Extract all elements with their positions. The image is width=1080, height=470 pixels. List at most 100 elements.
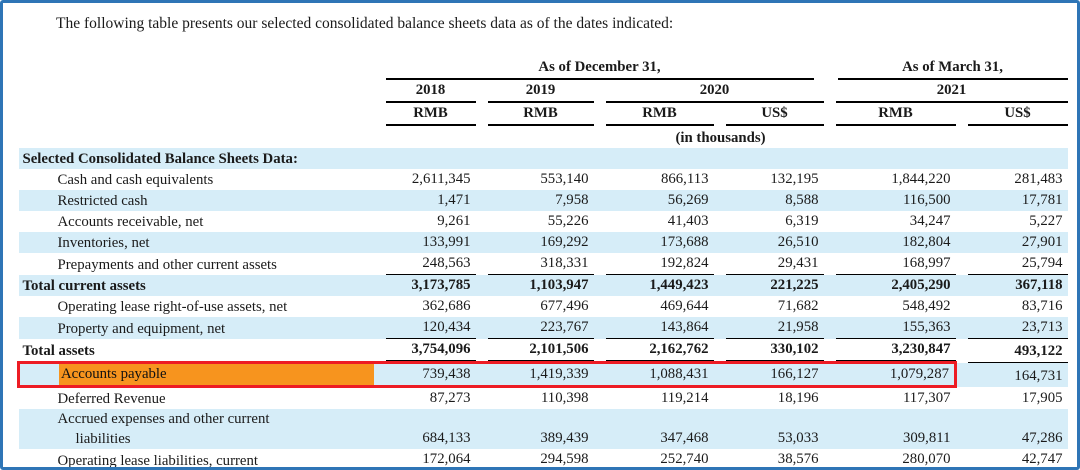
cell-value: 3,754,096 — [411, 341, 470, 357]
cell-value: 553,140 — [540, 171, 588, 187]
cell-value: 677,496 — [540, 298, 588, 314]
cell-value: 248,563 — [422, 255, 470, 271]
cell-value: 182,804 — [902, 234, 950, 250]
cell-value: 47,286 — [1022, 430, 1063, 446]
row-label: Cash and cash equivalents — [58, 170, 374, 190]
cell-value: 55,226 — [548, 213, 589, 229]
cell-value: 117,307 — [903, 390, 951, 406]
currency-label: US$ — [726, 103, 824, 126]
row-label: Operating lease right-of-use assets, net — [58, 297, 374, 317]
cell-value: 29,431 — [778, 255, 819, 271]
cell-value: 56,269 — [668, 192, 709, 208]
cell-value: 1,079,287 — [890, 366, 949, 382]
cell-value: 166,127 — [770, 366, 818, 382]
year-2021: 2021 — [836, 80, 1068, 103]
row-label: Restricted cash — [58, 191, 374, 211]
cell-value: 294,598 — [540, 451, 588, 467]
cell-value: 347,468 — [660, 430, 708, 446]
table-row: Restricted cash 1,471 7,958 56,269 8,588… — [19, 190, 1068, 211]
cell-value: 87,273 — [430, 390, 471, 406]
row-label: Accounts receivable, net — [58, 212, 374, 232]
cell-value: 3,173,785 — [411, 277, 470, 293]
year-header-row: 2018 2019 2020 2021 — [19, 80, 1068, 103]
cell-value: 83,716 — [1022, 298, 1063, 314]
year-2019: 2019 — [488, 80, 594, 103]
table-row: Accounts receivable, net 9,261 55,226 41… — [19, 211, 1068, 232]
document-frame: The following table presents our selecte… — [0, 0, 1080, 470]
currency-label: RMB — [386, 103, 476, 126]
year-2018: 2018 — [386, 80, 476, 103]
cell-value: 389,439 — [540, 430, 588, 446]
cell-value: 252,740 — [660, 451, 708, 467]
cell-value: 133,991 — [422, 234, 470, 250]
cell-value: 71,682 — [778, 298, 819, 314]
group-header-december: As of December 31, — [386, 57, 814, 80]
cell-value: 1,471 — [437, 192, 470, 208]
currency-label: RMB — [836, 103, 956, 126]
cell-value: 309,811 — [903, 430, 951, 446]
cell-value: 119,214 — [661, 390, 709, 406]
cell-value: 739,438 — [422, 366, 470, 382]
row-label: Prepayments and other current assets — [58, 255, 374, 275]
table-row: Accrued expenses and other currentliabil… — [19, 409, 1068, 449]
row-label: Deferred Revenue — [58, 389, 374, 409]
currency-label: US$ — [968, 103, 1068, 126]
cell-value: 1,844,220 — [891, 171, 950, 187]
cell-value: 9,261 — [437, 213, 470, 229]
cell-value: 42,747 — [1022, 451, 1063, 467]
cell-value: 164,731 — [1014, 368, 1062, 384]
cell-value: 1,088,431 — [649, 366, 708, 382]
cell-value: 23,713 — [1022, 319, 1063, 335]
cell-value: 116,500 — [903, 192, 951, 208]
cell-value: 1,419,339 — [529, 366, 588, 382]
table-header: As of December 31, As of March 31, 2018 … — [19, 57, 1068, 148]
cell-value: 1,449,423 — [649, 277, 708, 293]
table-row: Total current assets 3,173,785 1,103,947… — [19, 275, 1068, 296]
row-label: Accrued expenses and other current — [58, 409, 374, 429]
cell-value: 548,492 — [902, 298, 950, 314]
cell-value: 6,319 — [785, 213, 818, 229]
cell-value: 192,824 — [660, 255, 708, 271]
row-label-line2: liabilities — [58, 429, 374, 449]
cell-value: 25,794 — [1022, 255, 1063, 271]
cell-value: 17,781 — [1022, 192, 1063, 208]
row-label: Total assets — [23, 341, 374, 361]
cell-value: 41,403 — [668, 213, 709, 229]
cell-value: 367,118 — [1015, 277, 1062, 293]
table-row: Inventories, net 133,991 169,292 173,688… — [19, 232, 1068, 253]
table-row: Operating lease liabilities, current 172… — [19, 449, 1068, 470]
cell-value: 2,101,506 — [529, 341, 588, 357]
cell-value: 318,331 — [540, 255, 588, 271]
cell-value: 169,292 — [540, 234, 588, 250]
row-label: Property and equipment, net — [58, 319, 374, 339]
cell-value: 38,576 — [778, 451, 819, 467]
cell-value: 8,588 — [785, 192, 818, 208]
cell-value: 330,102 — [770, 341, 818, 357]
units-row: (in thousands) — [19, 126, 1068, 148]
cell-value: 3,230,847 — [891, 341, 950, 357]
table-row: Property and equipment, net 120,434 223,… — [19, 317, 1068, 339]
cell-value: 684,133 — [422, 430, 470, 446]
cell-value: 168,997 — [902, 255, 950, 271]
row-label: Total current assets — [23, 276, 374, 296]
table-row: Operating lease right-of-use assets, net… — [19, 296, 1068, 317]
cell-value: 132,195 — [770, 171, 818, 187]
cell-value: 18,196 — [778, 390, 819, 406]
cell-value: 21,958 — [778, 319, 819, 335]
currency-label: RMB — [606, 103, 714, 126]
cell-value: 53,033 — [778, 430, 819, 446]
balance-sheet-table: As of December 31, As of March 31, 2018 … — [17, 57, 1068, 470]
cell-value: 866,113 — [661, 171, 709, 187]
table-row: Prepayments and other current assets 248… — [19, 253, 1068, 275]
year-2020: 2020 — [606, 80, 824, 103]
cell-value: 281,483 — [1014, 171, 1062, 187]
intro-text: The following table presents our selecte… — [25, 14, 1051, 33]
highlighted-row: Accounts payable 739,438 1,419,339 1,088… — [19, 363, 1068, 387]
cell-value: 110,398 — [541, 390, 589, 406]
row-label: Selected Consolidated Balance Sheets Dat… — [23, 149, 374, 169]
cell-value: 362,686 — [422, 298, 470, 314]
table-row: Total assets 3,754,096 2,101,506 2,162,7… — [19, 339, 1068, 363]
table-row: Cash and cash equivalents 2,611,345 553,… — [19, 169, 1068, 190]
group-header-row: As of December 31, As of March 31, — [19, 57, 1068, 80]
cell-value: 280,070 — [902, 451, 950, 467]
